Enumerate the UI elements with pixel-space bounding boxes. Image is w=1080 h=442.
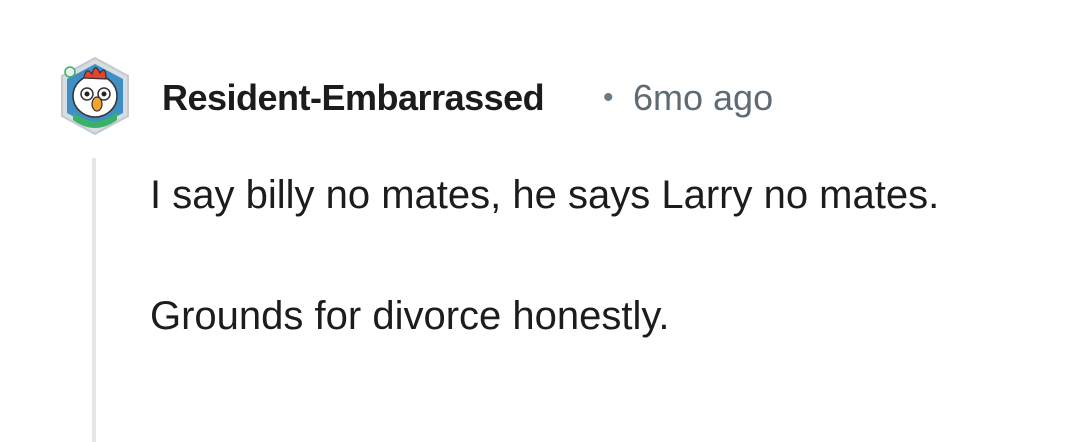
user-avatar[interactable] — [58, 54, 132, 138]
thread-line[interactable] — [92, 158, 96, 442]
comment-paragraph: Grounds for divorce honestly. — [150, 294, 670, 338]
comment-timestamp: 6mo ago — [633, 77, 774, 118]
author-username[interactable]: Resident-Embarrassed — [162, 76, 545, 120]
comment: Resident-Embarrassed • 6mo ago I say bil… — [0, 0, 1080, 442]
comment-body: I say billy no mates, he says Larry no m… — [150, 164, 950, 348]
meta-separator: • — [603, 81, 614, 114]
comment-paragraph: I say billy no mates, he says Larry no m… — [150, 173, 940, 217]
chicken-avatar-icon — [61, 56, 129, 136]
